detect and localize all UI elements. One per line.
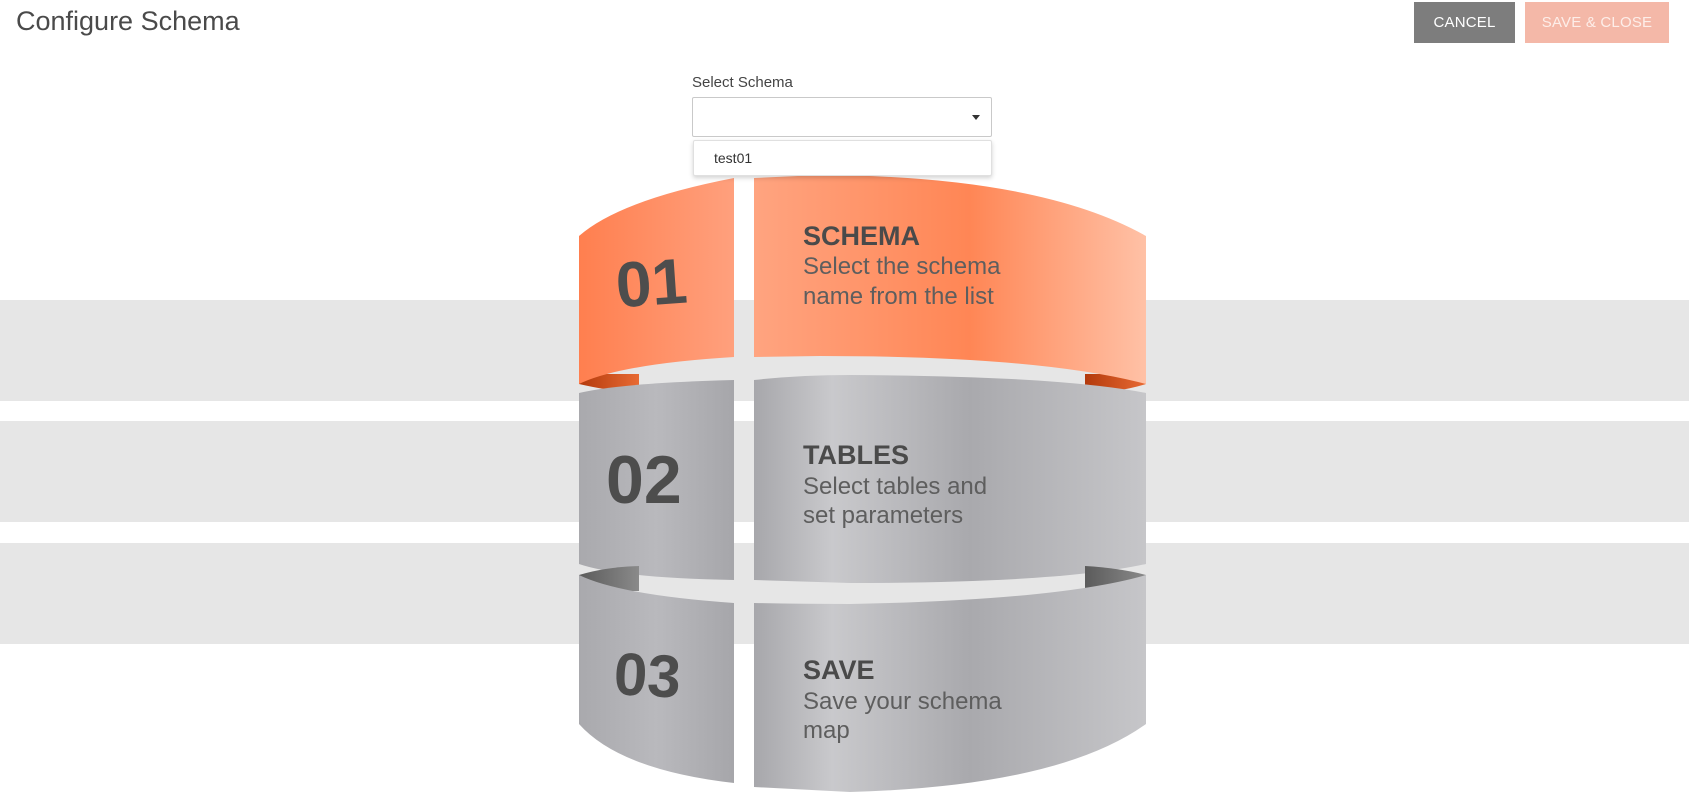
step-3-desc-line-1: Save your schema [803, 688, 1002, 715]
step-1-desc-line-1: Select the schema [803, 253, 1001, 280]
configure-schema-page: 01 02 03 SCHEMA Select the schema name f… [0, 0, 1689, 808]
page-title: Configure Schema [16, 6, 240, 36]
step-3-desc-line-2: map [803, 717, 850, 744]
step-3-title: SAVE [803, 655, 875, 685]
step-1-number: 01 [613, 244, 689, 321]
caret-down-icon[interactable] [972, 115, 980, 120]
step-1-desc-line-2: name from the list [803, 283, 994, 310]
step-3-number: 03 [612, 640, 682, 710]
step-2-desc-line-1: Select tables and [803, 473, 987, 500]
step-2-title: TABLES [803, 440, 909, 470]
step-2-number: 02 [606, 442, 682, 518]
step-2-desc-line-2: set parameters [803, 502, 963, 529]
step-1-title: SCHEMA [803, 221, 920, 251]
schema-option-test01[interactable]: test01 [714, 150, 752, 166]
schema-dropdown-menu: test01 [693, 140, 992, 176]
select-schema-label: Select Schema [692, 74, 793, 91]
cancel-button[interactable]: CANCEL [1414, 2, 1515, 43]
save-and-close-button[interactable]: SAVE & CLOSE [1525, 2, 1669, 43]
schema-select[interactable] [692, 97, 992, 137]
